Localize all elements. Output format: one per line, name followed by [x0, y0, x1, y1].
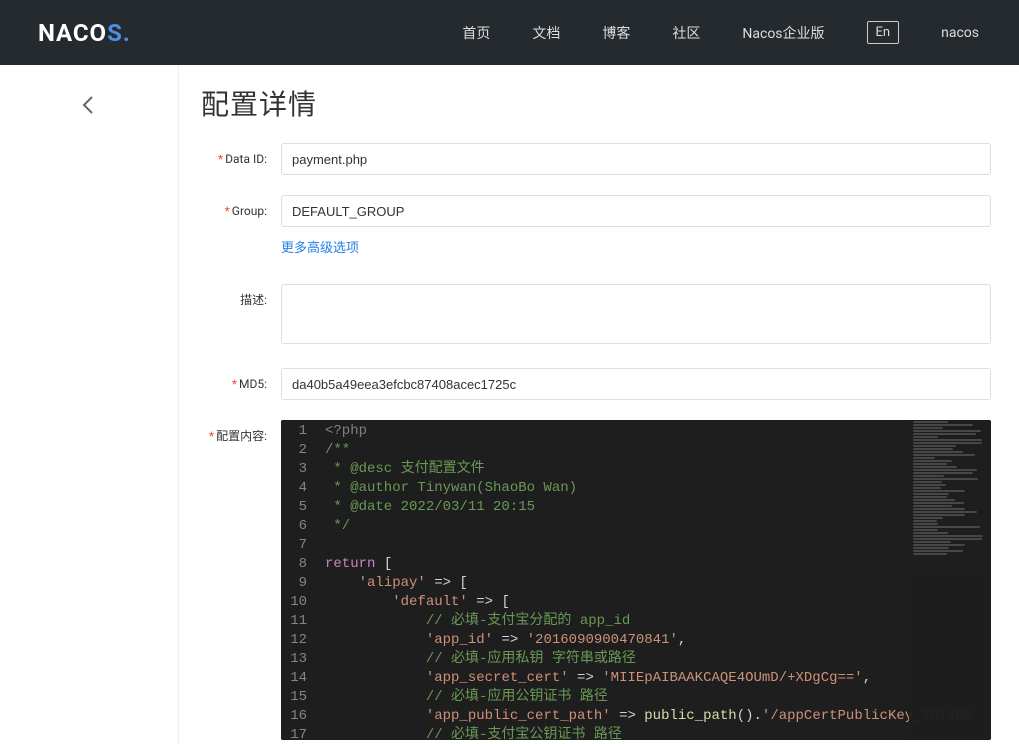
input-group[interactable] — [281, 195, 991, 227]
nav-docs[interactable]: 文档 — [532, 23, 560, 43]
label-desc: 描述: — [201, 284, 267, 309]
code-gutter: 123456789101112131415161718 — [281, 420, 325, 740]
code-editor[interactable]: 123456789101112131415161718 <?php/** * @… — [281, 420, 991, 740]
nav-blog[interactable]: 博客 — [602, 23, 630, 43]
nav-home[interactable]: 首页 — [462, 23, 490, 43]
label-group: *Group: — [201, 195, 267, 220]
label-content: *配置内容: — [201, 420, 267, 445]
code-body[interactable]: <?php/** * @desc 支付配置文件 * @author Tinywa… — [325, 420, 991, 740]
label-data-id: *Data ID: — [201, 143, 267, 168]
sidebar — [0, 65, 179, 744]
nav-enterprise[interactable]: Nacos企业版 — [742, 23, 824, 43]
page-title: 配置详情 — [201, 83, 991, 123]
top-header: NACOS. 首页 文档 博客 社区 Nacos企业版 En nacos — [0, 0, 1019, 65]
code-minimap[interactable] — [909, 420, 991, 740]
sidebar-collapse-icon[interactable] — [82, 95, 94, 120]
logo[interactable]: NACOS. — [38, 19, 131, 47]
label-md5: *MD5: — [201, 368, 267, 393]
input-md5[interactable] — [281, 368, 991, 400]
nav-community[interactable]: 社区 — [672, 23, 700, 43]
lang-switch[interactable]: En — [867, 21, 900, 44]
user-name[interactable]: nacos — [941, 25, 979, 41]
top-nav: 首页 文档 博客 社区 Nacos企业版 En nacos — [462, 21, 979, 44]
main-content: 配置详情 *Data ID: *Group: 更多高级选项 描述: *MD5: — [179, 65, 1019, 744]
more-options-link[interactable]: 更多高级选项 — [281, 237, 991, 256]
input-data-id[interactable] — [281, 143, 991, 175]
input-desc[interactable] — [281, 284, 991, 344]
